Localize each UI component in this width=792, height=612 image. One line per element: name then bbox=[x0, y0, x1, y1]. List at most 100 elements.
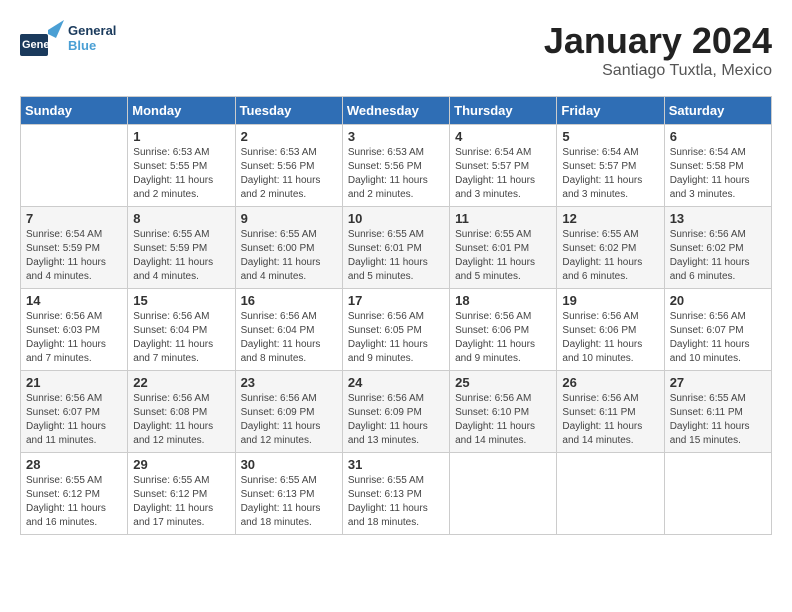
day-info: Sunrise: 6:56 AM Sunset: 6:07 PM Dayligh… bbox=[670, 310, 766, 366]
day-number: 25 bbox=[455, 375, 551, 390]
day-number: 2 bbox=[241, 129, 337, 144]
day-number: 22 bbox=[133, 375, 229, 390]
day-info: Sunrise: 6:56 AM Sunset: 6:08 PM Dayligh… bbox=[133, 392, 229, 448]
calendar-cell: 19 Sunrise: 6:56 AM Sunset: 6:06 PM Dayli… bbox=[557, 289, 664, 371]
calendar-cell: 6 Sunrise: 6:54 AM Sunset: 5:58 PM Daylig… bbox=[664, 125, 771, 207]
calendar-cell: 2Sunrise: 6:53 AM Sunset: 5:56 PM Daylig… bbox=[235, 125, 342, 207]
calendar-cell: 20 Sunrise: 6:56 AM Sunset: 6:07 PM Dayli… bbox=[664, 289, 771, 371]
day-info: Sunrise: 6:55 AM Sunset: 6:01 PM Dayligh… bbox=[455, 228, 551, 284]
calendar-cell: 29Sunrise: 6:55 AM Sunset: 6:12 PM Dayli… bbox=[128, 453, 235, 535]
day-info: Sunrise: 6:56 AM Sunset: 6:06 PM Dayligh… bbox=[455, 310, 551, 366]
day-number: 7 bbox=[26, 211, 122, 226]
header: General General Blue January 2024 Santia… bbox=[20, 20, 772, 80]
calendar-cell: 25 Sunrise: 6:56 AM Sunset: 6:10 PM Dayli… bbox=[450, 371, 557, 453]
calendar-cell: 12Sunrise: 6:55 AM Sunset: 6:02 PM Dayli… bbox=[557, 207, 664, 289]
calendar-cell: 7Sunrise: 6:54 AM Sunset: 5:59 PM Daylig… bbox=[21, 207, 128, 289]
day-number: 28 bbox=[26, 457, 122, 472]
calendar-cell: 5Sunrise: 6:54 AM Sunset: 5:57 PM Daylig… bbox=[557, 125, 664, 207]
day-number: 30 bbox=[241, 457, 337, 472]
calendar-header: SundayMondayTuesdayWednesdayThursdayFrid… bbox=[21, 97, 772, 125]
location-title: Santiago Tuxtla, Mexico bbox=[544, 62, 772, 80]
day-number: 4 bbox=[455, 129, 551, 144]
day-info: Sunrise: 6:55 AM Sunset: 5:59 PM Dayligh… bbox=[133, 228, 229, 284]
day-info: Sunrise: 6:55 AM Sunset: 6:12 PM Dayligh… bbox=[26, 474, 122, 530]
title-area: January 2024 Santiago Tuxtla, Mexico bbox=[544, 20, 772, 80]
day-number: 26 bbox=[562, 375, 658, 390]
month-title: January 2024 bbox=[544, 20, 772, 62]
day-number: 27 bbox=[670, 375, 766, 390]
day-info: Sunrise: 6:56 AM Sunset: 6:04 PM Dayligh… bbox=[133, 310, 229, 366]
week-row-3: 14Sunrise: 6:56 AM Sunset: 6:03 PM Dayli… bbox=[21, 289, 772, 371]
day-info: Sunrise: 6:54 AM Sunset: 5:57 PM Dayligh… bbox=[455, 146, 551, 202]
day-info: Sunrise: 6:56 AM Sunset: 6:05 PM Dayligh… bbox=[348, 310, 444, 366]
day-info: Sunrise: 6:56 AM Sunset: 6:11 PM Dayligh… bbox=[562, 392, 658, 448]
calendar-cell: 22 Sunrise: 6:56 AM Sunset: 6:08 PM Dayli… bbox=[128, 371, 235, 453]
calendar-cell: 8 Sunrise: 6:55 AM Sunset: 5:59 PM Daylig… bbox=[128, 207, 235, 289]
header-day-saturday: Saturday bbox=[664, 97, 771, 125]
logo-blue: Blue bbox=[68, 38, 116, 53]
day-info: Sunrise: 6:55 AM Sunset: 6:11 PM Dayligh… bbox=[670, 392, 766, 448]
day-info: Sunrise: 6:56 AM Sunset: 6:09 PM Dayligh… bbox=[241, 392, 337, 448]
day-number: 19 bbox=[562, 293, 658, 308]
calendar-cell: 28 Sunrise: 6:55 AM Sunset: 6:12 PM Dayli… bbox=[21, 453, 128, 535]
week-row-2: 7Sunrise: 6:54 AM Sunset: 5:59 PM Daylig… bbox=[21, 207, 772, 289]
day-info: Sunrise: 6:55 AM Sunset: 6:12 PM Dayligh… bbox=[133, 474, 229, 530]
day-number: 8 bbox=[133, 211, 229, 226]
header-day-sunday: Sunday bbox=[21, 97, 128, 125]
calendar-cell: 16Sunrise: 6:56 AM Sunset: 6:04 PM Dayli… bbox=[235, 289, 342, 371]
day-number: 10 bbox=[348, 211, 444, 226]
day-number: 5 bbox=[562, 129, 658, 144]
day-number: 6 bbox=[670, 129, 766, 144]
calendar-cell: 24 Sunrise: 6:56 AM Sunset: 6:09 PM Dayli… bbox=[342, 371, 449, 453]
calendar-cell: 30Sunrise: 6:55 AM Sunset: 6:13 PM Dayli… bbox=[235, 453, 342, 535]
calendar-cell: 31 Sunrise: 6:55 AM Sunset: 6:13 PM Dayli… bbox=[342, 453, 449, 535]
svg-text:General: General bbox=[22, 39, 63, 51]
calendar-cell: 27 Sunrise: 6:55 AM Sunset: 6:11 PM Dayli… bbox=[664, 371, 771, 453]
day-info: Sunrise: 6:55 AM Sunset: 6:00 PM Dayligh… bbox=[241, 228, 337, 284]
week-row-4: 21 Sunrise: 6:56 AM Sunset: 6:07 PM Dayli… bbox=[21, 371, 772, 453]
header-day-monday: Monday bbox=[128, 97, 235, 125]
calendar-cell: 17 Sunrise: 6:56 AM Sunset: 6:05 PM Dayli… bbox=[342, 289, 449, 371]
calendar-cell: 3 Sunrise: 6:53 AM Sunset: 5:56 PM Daylig… bbox=[342, 125, 449, 207]
day-info: Sunrise: 6:56 AM Sunset: 6:06 PM Dayligh… bbox=[562, 310, 658, 366]
day-number: 9 bbox=[241, 211, 337, 226]
calendar-cell bbox=[664, 453, 771, 535]
day-number: 23 bbox=[241, 375, 337, 390]
header-row: SundayMondayTuesdayWednesdayThursdayFrid… bbox=[21, 97, 772, 125]
day-number: 14 bbox=[26, 293, 122, 308]
day-number: 18 bbox=[455, 293, 551, 308]
calendar-cell: 21 Sunrise: 6:56 AM Sunset: 6:07 PM Dayli… bbox=[21, 371, 128, 453]
calendar-cell: 9 Sunrise: 6:55 AM Sunset: 6:00 PM Daylig… bbox=[235, 207, 342, 289]
calendar-cell: 18 Sunrise: 6:56 AM Sunset: 6:06 PM Dayli… bbox=[450, 289, 557, 371]
day-info: Sunrise: 6:53 AM Sunset: 5:56 PM Dayligh… bbox=[348, 146, 444, 202]
calendar-cell: 26 Sunrise: 6:56 AM Sunset: 6:11 PM Dayli… bbox=[557, 371, 664, 453]
day-info: Sunrise: 6:56 AM Sunset: 6:07 PM Dayligh… bbox=[26, 392, 122, 448]
day-number: 17 bbox=[348, 293, 444, 308]
day-number: 3 bbox=[348, 129, 444, 144]
logo-icon: General bbox=[20, 20, 64, 56]
day-number: 24 bbox=[348, 375, 444, 390]
logo-general: General bbox=[68, 23, 116, 38]
day-number: 1 bbox=[133, 129, 229, 144]
day-number: 16 bbox=[241, 293, 337, 308]
day-info: Sunrise: 6:54 AM Sunset: 5:58 PM Dayligh… bbox=[670, 146, 766, 202]
day-number: 21 bbox=[26, 375, 122, 390]
calendar-cell: 13Sunrise: 6:56 AM Sunset: 6:02 PM Dayli… bbox=[664, 207, 771, 289]
day-number: 31 bbox=[348, 457, 444, 472]
day-number: 20 bbox=[670, 293, 766, 308]
calendar-cell: 15 Sunrise: 6:56 AM Sunset: 6:04 PM Dayli… bbox=[128, 289, 235, 371]
day-number: 15 bbox=[133, 293, 229, 308]
calendar-cell: 23 Sunrise: 6:56 AM Sunset: 6:09 PM Dayli… bbox=[235, 371, 342, 453]
calendar-cell: 4 Sunrise: 6:54 AM Sunset: 5:57 PM Daylig… bbox=[450, 125, 557, 207]
calendar-table: SundayMondayTuesdayWednesdayThursdayFrid… bbox=[20, 96, 772, 535]
week-row-5: 28 Sunrise: 6:55 AM Sunset: 6:12 PM Dayli… bbox=[21, 453, 772, 535]
day-info: Sunrise: 6:56 AM Sunset: 6:10 PM Dayligh… bbox=[455, 392, 551, 448]
header-day-thursday: Thursday bbox=[450, 97, 557, 125]
day-info: Sunrise: 6:56 AM Sunset: 6:09 PM Dayligh… bbox=[348, 392, 444, 448]
calendar-cell: 14Sunrise: 6:56 AM Sunset: 6:03 PM Dayli… bbox=[21, 289, 128, 371]
calendar-cell bbox=[450, 453, 557, 535]
day-info: Sunrise: 6:55 AM Sunset: 6:13 PM Dayligh… bbox=[348, 474, 444, 530]
day-info: Sunrise: 6:53 AM Sunset: 5:55 PM Dayligh… bbox=[133, 146, 229, 202]
day-info: Sunrise: 6:55 AM Sunset: 6:02 PM Dayligh… bbox=[562, 228, 658, 284]
header-day-wednesday: Wednesday bbox=[342, 97, 449, 125]
